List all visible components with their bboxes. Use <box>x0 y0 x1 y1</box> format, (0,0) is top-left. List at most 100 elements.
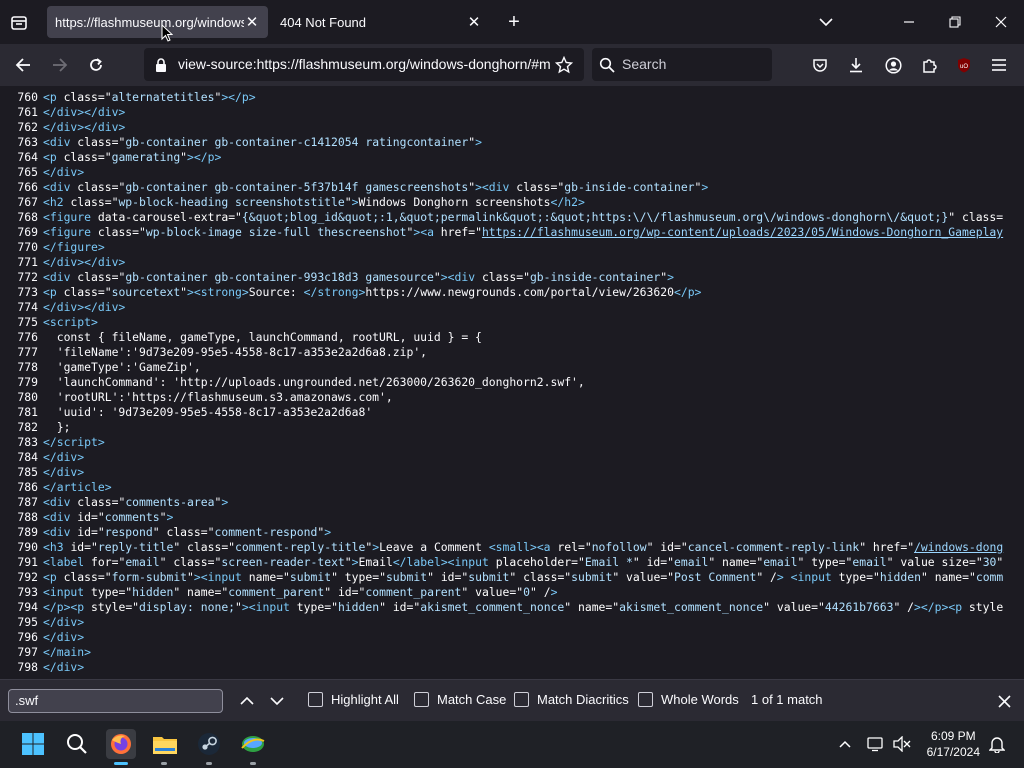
address-bar[interactable]: view-source:https://flashmuseum.org/wind… <box>144 48 584 81</box>
search-icon <box>598 56 616 74</box>
tab-title: 404 Not Found <box>280 14 367 30</box>
line-code: </div></div> <box>43 105 126 119</box>
close-tab-icon[interactable]: ✕ <box>466 13 482 31</box>
line-number: 777 <box>17 345 38 359</box>
page-source-view[interactable]: 760 <p class="alternatetitles"></p> 761 </d… <box>0 86 1024 678</box>
source-line: 767 <h2 class="wp-block-heading screensho… <box>0 195 584 210</box>
source-line: 774 </div></div> <box>0 300 125 315</box>
close-tab-icon[interactable]: ✕ <box>244 13 260 31</box>
line-code: <figure data-carousel-extra="{&quot;blog… <box>43 210 1004 224</box>
source-line: 794 </p><p style="display: none;"><input … <box>0 600 1003 615</box>
line-code: </div> <box>43 450 85 464</box>
ublock-origin-icon[interactable]: uO <box>953 54 975 76</box>
search-placeholder[interactable]: Search <box>622 48 666 81</box>
network-icon[interactable] <box>866 734 886 754</box>
system-clock[interactable]: 6:09 PM 6/17/2024 <box>927 728 980 760</box>
source-line: 764 <p class="gamerating"></p> <box>0 150 221 165</box>
line-code: 'uuid': '9d73e209-95e5-4558-8c17-a353e2a… <box>43 405 373 419</box>
line-code: <input type="hidden" name="comment_paren… <box>43 585 558 599</box>
line-code: </div> <box>43 660 85 674</box>
clock-date: 6/17/2024 <box>926 745 980 759</box>
whole-words-checkbox[interactable]: Whole Words <box>638 692 739 707</box>
find-input[interactable]: .swf <box>8 689 223 713</box>
source-line: 773 <p class="sourcetext"><strong>Source:… <box>0 285 701 300</box>
line-number: 783 <box>17 435 38 449</box>
restore-icon[interactable] <box>944 11 966 33</box>
highlight-all-checkbox[interactable]: Highlight All <box>308 692 399 707</box>
bookmark-star-icon[interactable] <box>554 55 574 75</box>
close-window-icon[interactable] <box>990 11 1012 33</box>
source-line: 789 <div id="respond" class="comment-resp… <box>0 525 331 540</box>
checkbox-label: Whole Words <box>661 692 739 707</box>
forward-icon[interactable] <box>49 54 71 76</box>
line-code: </div> <box>43 630 85 644</box>
firefox-view-icon[interactable] <box>8 12 30 34</box>
line-code: <h3 id="reply-title" class="comment-repl… <box>43 540 1004 554</box>
line-number: 771 <box>17 255 38 269</box>
close-find-bar-icon[interactable] <box>993 690 1015 712</box>
extensions-icon[interactable] <box>918 54 940 76</box>
source-line: 776 const { fileName, gameType, launchCo… <box>0 330 481 345</box>
start-icon[interactable] <box>18 729 48 759</box>
search-icon[interactable] <box>62 729 92 759</box>
menu-icon[interactable] <box>988 54 1010 76</box>
flash-player-icon[interactable] <box>238 729 268 759</box>
lock-icon[interactable] <box>152 56 170 74</box>
match-case-checkbox[interactable]: Match Case <box>414 692 506 707</box>
line-code: </div> <box>43 615 85 629</box>
line-number: 761 <box>17 105 38 119</box>
line-number: 778 <box>17 360 38 374</box>
tab-404[interactable]: 404 Not Found ✕ <box>272 6 490 38</box>
downloads-icon[interactable] <box>845 54 867 76</box>
checkbox-box[interactable] <box>308 692 323 707</box>
svg-text:uO: uO <box>960 64 968 70</box>
show-hidden-icons-icon[interactable] <box>836 735 854 753</box>
back-icon[interactable] <box>12 54 34 76</box>
line-code: <div class="comments-area"> <box>43 495 229 509</box>
app-indicator <box>161 762 167 765</box>
search-bar[interactable]: Search <box>592 48 772 81</box>
line-code: 'gameType':'GameZip', <box>43 360 201 374</box>
firefox-icon[interactable] <box>106 729 136 759</box>
line-number: 766 <box>17 180 38 194</box>
line-code: </main> <box>43 645 92 659</box>
minimize-icon[interactable] <box>898 11 920 33</box>
source-line: 793 <input type="hidden" name="comment_pa… <box>0 585 557 600</box>
line-number: 781 <box>17 405 38 419</box>
url-text[interactable]: view-source:https://flashmuseum.org/wind… <box>178 48 550 81</box>
new-tab-icon[interactable]: + <box>503 11 525 33</box>
line-number: 768 <box>17 210 38 224</box>
line-number: 772 <box>17 270 38 284</box>
source-line: 795 </div> <box>0 615 84 630</box>
checkbox-box[interactable] <box>514 692 529 707</box>
checkbox-label: Highlight All <box>331 692 399 707</box>
line-number: 779 <box>17 375 38 389</box>
line-code: </div> <box>43 165 85 179</box>
notifications-bell-icon[interactable] <box>987 734 1007 754</box>
line-number: 795 <box>17 615 38 629</box>
reload-icon[interactable] <box>85 54 107 76</box>
pocket-icon[interactable] <box>809 54 831 76</box>
steam-icon[interactable] <box>194 729 224 759</box>
account-icon[interactable] <box>882 54 904 76</box>
line-number: 767 <box>17 195 38 209</box>
source-line: 784 </div> <box>0 450 84 465</box>
file-explorer-icon[interactable] <box>150 729 180 759</box>
tab-flashmuseum[interactable]: https://flashmuseum.org/windows-donghorn… <box>47 6 268 38</box>
list-all-tabs-icon[interactable] <box>815 11 837 33</box>
line-number: 792 <box>17 570 38 584</box>
line-code: 'fileName':'9d73e209-95e5-4558-8c17-a353… <box>43 345 428 359</box>
line-number: 789 <box>17 525 38 539</box>
source-line: 786 </article> <box>0 480 111 495</box>
checkbox-box[interactable] <box>414 692 429 707</box>
match-diacritics-checkbox[interactable]: Match Diacritics <box>514 692 629 707</box>
source-line: 780 'rootURL':'https://flashmuseum.s3.am… <box>0 390 392 405</box>
clock-time: 6:09 PM <box>930 729 976 743</box>
line-number: 770 <box>17 240 38 254</box>
checkbox-box[interactable] <box>638 692 653 707</box>
find-next-icon[interactable] <box>266 690 288 712</box>
source-line: 779 'launchCommand': 'http://uploads.ung… <box>0 375 584 390</box>
volume-muted-icon[interactable] <box>892 734 912 754</box>
line-code: </div></div> <box>43 300 126 314</box>
find-previous-icon[interactable] <box>236 690 258 712</box>
